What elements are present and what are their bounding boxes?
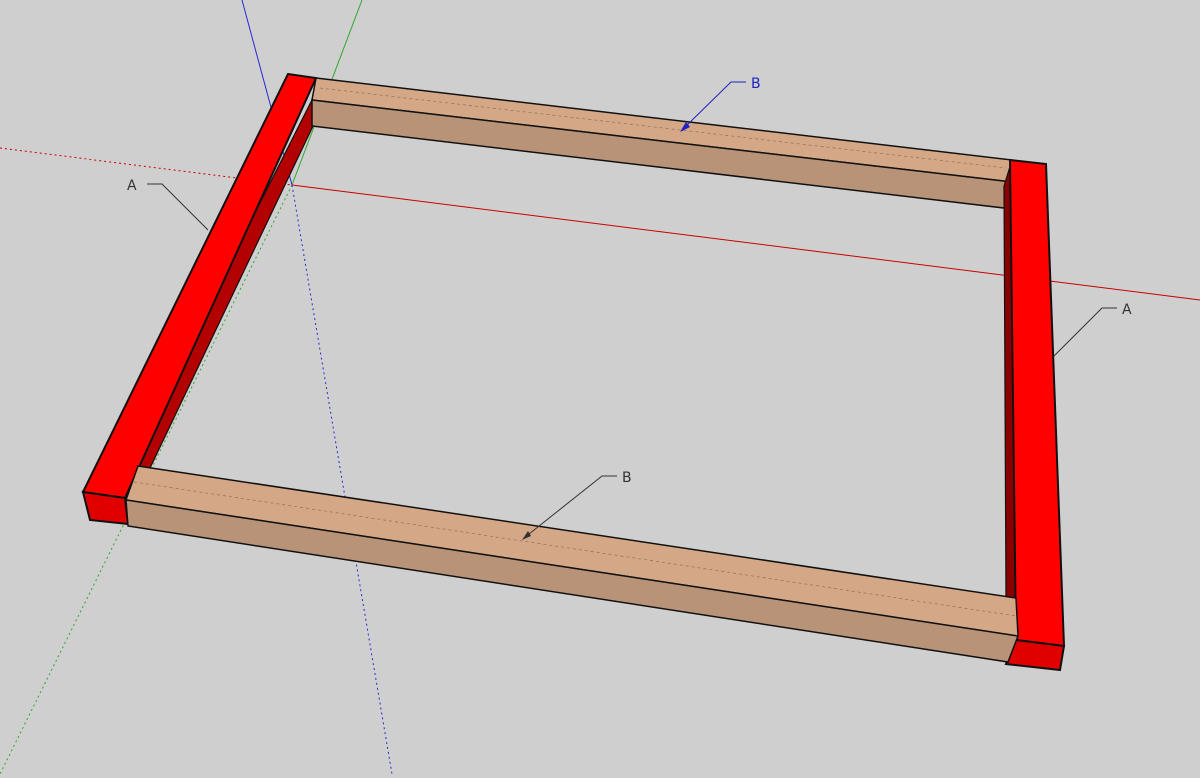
part-a-left[interactable] bbox=[81, 72, 318, 526]
label-text-left-leg: A bbox=[127, 178, 137, 194]
label-text-top-rail: B bbox=[751, 76, 761, 92]
label-right-leg[interactable]: A bbox=[1053, 302, 1132, 357]
leader-right-leg bbox=[1053, 307, 1117, 357]
leader-left-leg bbox=[147, 183, 209, 231]
blue-axis-negative bbox=[291, 184, 393, 775]
part-b-bottom-hidden-edge bbox=[133, 481, 1017, 617]
label-text-bottom-rail: B bbox=[622, 470, 632, 486]
part-a-right[interactable] bbox=[1003, 158, 1066, 672]
part-a-right-top-face bbox=[1008, 158, 1066, 648]
label-text-right-leg: A bbox=[1122, 302, 1132, 318]
part-a-left-top-face bbox=[81, 72, 318, 500]
part-b-top[interactable] bbox=[311, 77, 1013, 209]
label-left-leg[interactable]: A bbox=[127, 178, 209, 231]
part-b-bottom[interactable] bbox=[124, 465, 1020, 663]
model-viewport[interactable]: B A A B bbox=[0, 0, 1200, 775]
red-axis-positive bbox=[291, 184, 1200, 301]
part-b-bottom-top-face bbox=[124, 465, 1019, 637]
scene-svg[interactable]: B A A B bbox=[0, 0, 1200, 775]
part-a-left-end-face bbox=[81, 490, 130, 526]
